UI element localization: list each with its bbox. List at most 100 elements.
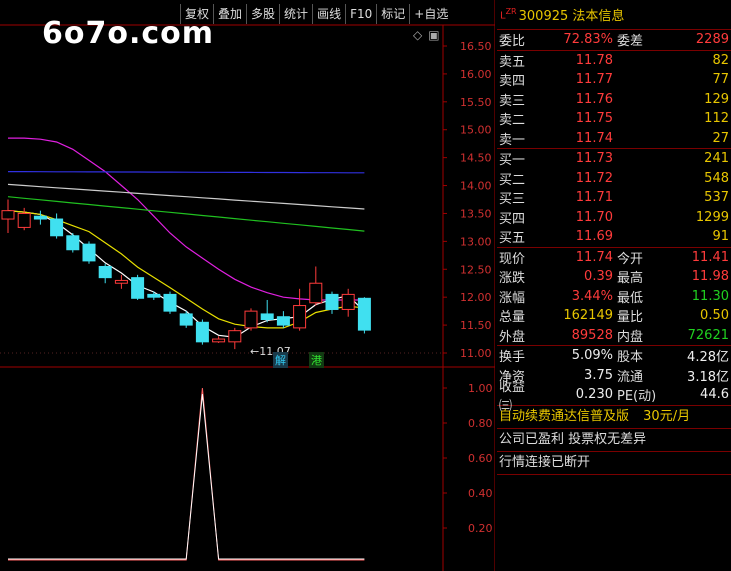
- candle-body: [131, 277, 145, 299]
- stat-row-3-value: 162149: [563, 308, 613, 324]
- multi-stock-button[interactable]: 多股: [246, 4, 279, 24]
- connection-status: 行情连接已断开: [497, 452, 731, 475]
- stat-row-0-value: 11.74: [575, 249, 613, 265]
- chart-toolbar: 复权 叠加 多股 统计 画线 F10 标记 +自选: [180, 4, 452, 24]
- buy-level-1-label: 买一: [499, 153, 526, 169]
- indicator-tick-label: 0.20: [468, 522, 493, 535]
- stat-row-2-value2: 11.30: [691, 288, 729, 304]
- candle-body: [114, 279, 128, 284]
- sell-level-4: 卖四 11.77 77: [497, 70, 731, 90]
- buy-level-3-value: 11.71: [575, 190, 613, 206]
- kline-chart[interactable]: 16.50 16.00 15.50 15.00 14.50 14.00 13.50 13.00…: [0, 0, 495, 571]
- fin-row-2-value: 0.230: [575, 387, 613, 403]
- add-favorite-button[interactable]: +自选: [409, 4, 452, 24]
- buy-level-5: 买五 11.69 91: [497, 227, 731, 247]
- quote-header: LZR 300925 法本信息: [497, 0, 731, 30]
- weibi-label: 委比: [499, 34, 526, 50]
- fin-row-2-value2: 44.6: [700, 387, 729, 403]
- fin-row-0-label: 换手: [499, 350, 526, 366]
- chart-corner-icons: ◇ ▣: [413, 28, 446, 42]
- statistics-button[interactable]: 统计: [279, 4, 312, 24]
- price-tick-label: 15.00: [460, 124, 492, 137]
- diamond-icon[interactable]: ◇: [413, 28, 422, 42]
- buy-level-4-value: 11.70: [575, 209, 613, 225]
- buy-level-1-value: 11.73: [575, 151, 613, 167]
- candle-body: [195, 321, 209, 343]
- promo-price[interactable]: 30元/月: [643, 409, 690, 424]
- f10-button[interactable]: F10: [345, 4, 376, 24]
- stat-row-0-value2: 11.41: [691, 249, 729, 265]
- draw-line-button[interactable]: 画线: [312, 4, 345, 24]
- price-tick-label: 12.00: [460, 291, 492, 304]
- buy-level-5-label: 买五: [499, 231, 526, 247]
- fin-row-2-label2: PE(动): [617, 389, 657, 405]
- sell-level-1-label: 卖一: [499, 132, 526, 148]
- buy-level-5-value: 11.69: [575, 229, 613, 245]
- fin-row-0-label2: 股本: [617, 350, 644, 366]
- fin-row-2: 收益㈢ 0.230 PE(动) 44.6: [497, 380, 731, 414]
- sell-level-1: 卖一 11.74 27: [497, 129, 731, 149]
- buy-level-1: 买一 11.73 241: [497, 149, 731, 169]
- weibi-value: 72.83%: [563, 32, 613, 48]
- stat-row-1-label: 涨跌: [499, 271, 526, 287]
- stock-code-name[interactable]: 300925 法本信息: [519, 5, 625, 24]
- mark-button[interactable]: 标记: [376, 4, 409, 24]
- restore-rights-button[interactable]: 复权: [180, 4, 213, 24]
- buy-level-4-value2: 1299: [695, 209, 729, 225]
- sell-level-4-value2: 77: [712, 72, 729, 88]
- stat-row-2-value: 3.44%: [571, 288, 613, 304]
- company-notice: 公司已盈利 投票权无差异: [497, 429, 731, 452]
- price-tick-label: 11.00: [460, 347, 492, 360]
- candle-body: [228, 330, 242, 343]
- sell-level-3-value: 11.76: [575, 91, 613, 107]
- candle-body: [309, 282, 323, 304]
- price-tick-label: 13.50: [460, 207, 492, 220]
- stat-row-3-label2: 量比: [617, 310, 644, 326]
- tag-gang[interactable]: 港: [309, 352, 324, 368]
- fin-row-0-value2: 4.28亿: [687, 350, 729, 366]
- candle-body: [276, 316, 290, 326]
- fin-row-0-value: 5.09%: [571, 348, 613, 364]
- ma60-line: [7, 183, 365, 210]
- candle-body: [33, 215, 47, 220]
- overlay-button[interactable]: 叠加: [213, 4, 246, 24]
- stat-row-1-value2: 11.98: [691, 269, 729, 285]
- indicator-tick-label: 0.80: [468, 417, 493, 430]
- stat-row-4-value2: 72621: [687, 327, 729, 343]
- candle-body: [1, 210, 15, 220]
- buy-level-4-label: 买四: [499, 211, 526, 227]
- ma250-line: [8, 171, 365, 174]
- stat-row-4-value: 89528: [571, 327, 613, 343]
- tag-jie[interactable]: 解: [273, 352, 288, 368]
- price-tick-label: 13.00: [460, 235, 492, 248]
- price-tick-label: 15.50: [460, 96, 492, 109]
- stat-row-4: 外盘 89528 内盘 72621: [497, 326, 731, 346]
- candle-body: [66, 235, 80, 251]
- sell-level-2-value2: 112: [704, 111, 729, 127]
- price-tick-label: 14.50: [460, 152, 492, 165]
- sell-level-2-label: 卖二: [499, 113, 526, 129]
- stat-row-2: 涨幅 3.44% 最低 11.30: [497, 287, 731, 307]
- margin-badge: LZR: [500, 7, 517, 22]
- price-tick-label: 16.50: [460, 40, 492, 53]
- price-tick-label: 16.00: [460, 68, 492, 81]
- fin-row-2-label: 收益㈢: [499, 379, 526, 414]
- sell-level-3-label: 卖三: [499, 93, 526, 109]
- sell-level-3-value2: 129: [704, 91, 729, 107]
- quote-panel: LZR 300925 法本信息 委比 72.83% 委差 2289 卖五 11.7…: [497, 0, 731, 571]
- buy-level-1-value2: 241: [704, 151, 729, 167]
- candle-body: [179, 313, 193, 326]
- indicator-line-inner: [8, 393, 365, 560]
- kline-chart-area[interactable]: 16.50 16.00 15.50 15.00 14.50 14.00 13.50 13.00…: [0, 0, 495, 571]
- candle-body: [147, 293, 161, 298]
- price-stats: 现价 11.74 今开 11.41 涨跌 0.39 最高 11.98 涨幅 3.44% 最低 11.3…: [497, 248, 731, 346]
- fin-row-1-value: 3.75: [584, 367, 613, 383]
- window-icon[interactable]: ▣: [428, 28, 439, 42]
- sell-level-1-value2: 27: [712, 130, 729, 146]
- candle-body: [163, 293, 177, 312]
- buy-level-3-value2: 537: [704, 190, 729, 206]
- buy-level-2: 买二 11.72 548: [497, 169, 731, 189]
- sell-level-2-value: 11.75: [575, 111, 613, 127]
- stat-row-0: 现价 11.74 今开 11.41: [497, 248, 731, 268]
- fin-row-1-value2: 3.18亿: [687, 369, 729, 385]
